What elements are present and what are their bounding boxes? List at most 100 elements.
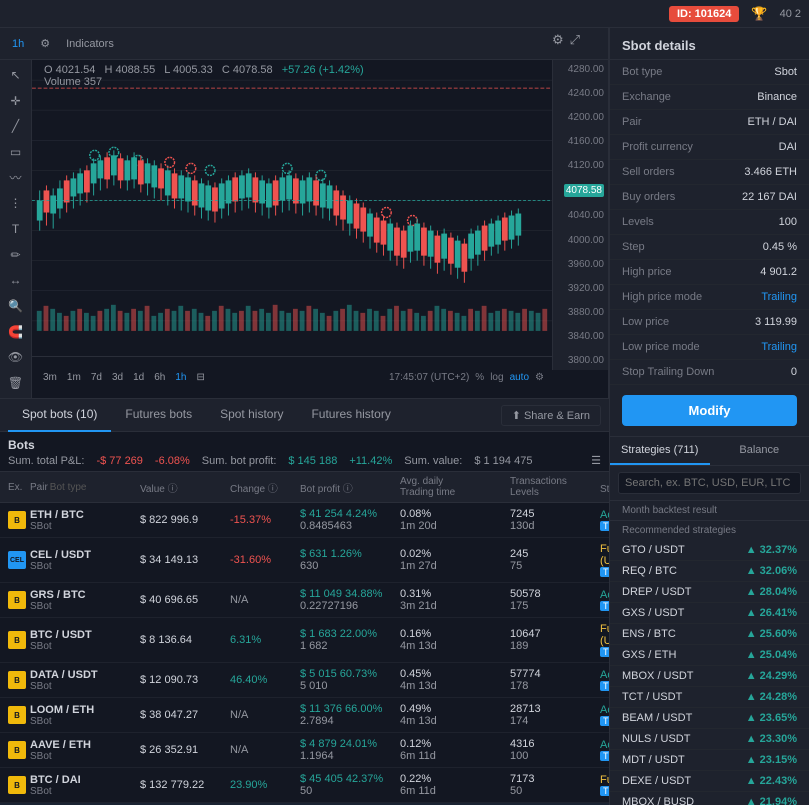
detail-step: Step 0.45 % bbox=[610, 235, 809, 260]
bots-table-header: Ex. PairBot type Value ⓘ Change ⓘ Bot pr… bbox=[0, 472, 609, 503]
chart-svg bbox=[32, 60, 552, 356]
timerange-7d[interactable]: 7d bbox=[88, 371, 105, 384]
chart-container: 1h ⚙ Indicators ⚙ ⤢ O 4021.54 H 4088.55 … bbox=[0, 28, 609, 398]
tab-balance[interactable]: Balance bbox=[710, 437, 809, 465]
timerange-1m[interactable]: 1m bbox=[64, 371, 84, 384]
strategy-item[interactable]: DEXE / USDT ▲ 22.43% bbox=[610, 771, 809, 792]
table-row: B ETH / BTC SBot $ 822 996.9 -15.37% $ 4… bbox=[0, 503, 609, 538]
timerange-3d[interactable]: 3d bbox=[109, 371, 126, 384]
exchange-icon-bnb: B bbox=[8, 706, 30, 724]
strategy-item[interactable]: BEAM / USDT ▲ 23.65% bbox=[610, 708, 809, 729]
strategy-item[interactable]: DREP / USDT ▲ 28.04% bbox=[610, 582, 809, 603]
tab-spot-bots[interactable]: Spot bots (10) bbox=[8, 398, 111, 432]
pair-cell: CEL / USDT SBot bbox=[30, 549, 140, 572]
top-bar: ID: 101624 🏆 40 2 bbox=[0, 0, 809, 28]
crosshair-tool[interactable]: ✛ bbox=[5, 92, 27, 110]
strategy-item[interactable]: TCT / USDT ▲ 24.28% bbox=[610, 687, 809, 708]
chart-fullscreen-icon[interactable]: ⤢ bbox=[570, 32, 580, 48]
detail-value-pair: ETH / DAI bbox=[747, 116, 797, 128]
strategy-item[interactable]: NULS / USDT ▲ 23.30% bbox=[610, 729, 809, 750]
pair-cell: LOOM / ETH SBot bbox=[30, 704, 140, 727]
exchange-icon-cel: CEL bbox=[8, 551, 30, 569]
tab-spot-history[interactable]: Spot history bbox=[206, 398, 297, 432]
indicators-btn[interactable]: Indicators bbox=[62, 36, 118, 52]
table-row: B LOOM / ETH SBot $ 38 047.27 N/A $ 11 3… bbox=[0, 698, 609, 733]
strategy-item[interactable]: MBOX / BUSD ▲ 21.94% bbox=[610, 792, 809, 805]
detail-high-price: High price 4 901.2 bbox=[610, 260, 809, 285]
strategy-search-input[interactable] bbox=[618, 472, 801, 494]
magnet-tool[interactable]: 🧲 bbox=[5, 323, 27, 341]
pnl-value: -$ 77 269 bbox=[96, 455, 142, 467]
left-panel: 1h ⚙ Indicators ⚙ ⤢ O 4021.54 H 4088.55 … bbox=[0, 28, 609, 805]
chart-time-ranges: 3m 1m 7d 3d 1d 6h 1h ⊟ bbox=[40, 371, 208, 384]
chart-settings-icon[interactable]: ⚙ bbox=[552, 32, 564, 48]
detail-value-profit-currency: DAI bbox=[779, 141, 797, 153]
col-profit[interactable]: Bot profit ⓘ bbox=[300, 476, 400, 498]
cursor-tool[interactable]: ↖ bbox=[5, 66, 27, 84]
timerange-1h[interactable]: 1h bbox=[172, 371, 189, 384]
score: 40 2 bbox=[780, 8, 801, 20]
zoom-tool[interactable]: 🔍 bbox=[5, 297, 27, 315]
detail-levels: Levels 100 bbox=[610, 210, 809, 235]
sbot-details-title: Sbot details bbox=[610, 28, 809, 60]
recommended-label: Recommended strategies bbox=[610, 521, 809, 540]
rect-tool[interactable]: ▭ bbox=[5, 143, 27, 161]
ohlc-high: H 4088.55 bbox=[104, 64, 155, 76]
col-change[interactable]: Change ⓘ bbox=[230, 476, 300, 498]
timerange-candletype[interactable]: ⊟ bbox=[193, 371, 207, 384]
timeframe-1h[interactable]: 1h bbox=[8, 36, 28, 52]
col-value[interactable]: Value ⓘ bbox=[140, 476, 230, 498]
detail-label-high-price-mode: High price mode bbox=[622, 291, 702, 303]
detail-stop-trailing: Stop Trailing Down 0 bbox=[610, 360, 809, 385]
tab-strategies[interactable]: Strategies (711) bbox=[610, 437, 710, 465]
strategy-item[interactable]: REQ / BTC ▲ 32.06% bbox=[610, 561, 809, 582]
timeframe-settings[interactable]: ⚙ bbox=[36, 35, 54, 52]
strategy-item[interactable]: ENS / BTC ▲ 25.60% bbox=[610, 624, 809, 645]
share-earn-button[interactable]: ⬆ Share & Earn bbox=[501, 405, 601, 426]
price-scale: 4280.00 4240.00 4200.00 4160.00 4120.00 … bbox=[552, 60, 608, 370]
table-row: B BTC / DAI SBot $ 132 779.22 23.90% $ 4… bbox=[0, 768, 609, 803]
strategy-item[interactable]: GXS / ETH ▲ 25.04% bbox=[610, 645, 809, 666]
chart-ohlc: O 4021.54 H 4088.55 L 4005.33 C 4078.58 … bbox=[44, 64, 370, 88]
col-status[interactable]: Status ⓘ bbox=[600, 476, 609, 498]
detail-pair: Pair ETH / DAI bbox=[610, 110, 809, 135]
log-toggle[interactable]: log bbox=[490, 372, 503, 383]
modify-button[interactable]: Modify bbox=[622, 395, 797, 426]
ohlc-open: O 4021.54 bbox=[44, 64, 95, 76]
fib-tool[interactable]: 〰 bbox=[5, 169, 27, 187]
line-tool[interactable]: ╱ bbox=[5, 117, 27, 135]
col-pair: PairBot type bbox=[30, 476, 140, 498]
chart-settings: ⚙ ⤢ bbox=[552, 32, 580, 48]
volume-label: Volume 357 bbox=[44, 76, 102, 88]
tab-futures-history[interactable]: Futures history bbox=[297, 398, 404, 432]
filter-icon[interactable]: ☰ bbox=[591, 454, 601, 467]
strategy-item[interactable]: GTO / USDT ▲ 32.37% bbox=[610, 540, 809, 561]
profit-value: $ 145 188 bbox=[288, 455, 337, 467]
percent-icon[interactable]: % bbox=[475, 372, 484, 383]
trash-tool[interactable]: 🗑 bbox=[5, 374, 27, 392]
exchange-icon-bnb: B bbox=[8, 741, 30, 759]
chart-bottom-settings[interactable]: ⚙ bbox=[535, 372, 544, 383]
table-row: B GRS / BTC SBot $ 40 696.65 N/A $ 11 04… bbox=[0, 583, 609, 618]
timerange-3m[interactable]: 3m bbox=[40, 371, 60, 384]
detail-label-high-price: High price bbox=[622, 266, 672, 278]
detail-value-high-price-mode: Trailing bbox=[761, 291, 797, 303]
strategy-item[interactable]: GXS / USDT ▲ 26.41% bbox=[610, 603, 809, 624]
eye-tool[interactable]: 👁 bbox=[5, 349, 27, 367]
detail-label-low-price-mode: Low price mode bbox=[622, 341, 700, 353]
bots-area: Bots Sum. total P&L: -$ 77 269 -6.08% Su… bbox=[0, 432, 609, 805]
detail-label-low-price: Low price bbox=[622, 316, 669, 328]
timerange-1d[interactable]: 1d bbox=[130, 371, 147, 384]
strategy-item[interactable]: MBOX / USDT ▲ 24.29% bbox=[610, 666, 809, 687]
ohlc-change: +57.26 (+1.42%) bbox=[282, 64, 364, 76]
strategy-item[interactable]: MDT / USDT ▲ 23.15% bbox=[610, 750, 809, 771]
wave-tool[interactable]: ⋮ bbox=[5, 194, 27, 212]
measure-tool[interactable]: ↔ bbox=[5, 272, 27, 290]
brush-tool[interactable]: ✏ bbox=[5, 246, 27, 264]
timerange-6h[interactable]: 6h bbox=[151, 371, 168, 384]
tab-futures-bots[interactable]: Futures bots bbox=[111, 398, 206, 432]
auto-toggle[interactable]: auto bbox=[510, 372, 529, 383]
col-daily: Avg. dailyTrading time bbox=[400, 476, 510, 498]
text-tool[interactable]: T bbox=[5, 220, 27, 238]
detail-sell-orders: Sell orders 3.466 ETH bbox=[610, 160, 809, 185]
